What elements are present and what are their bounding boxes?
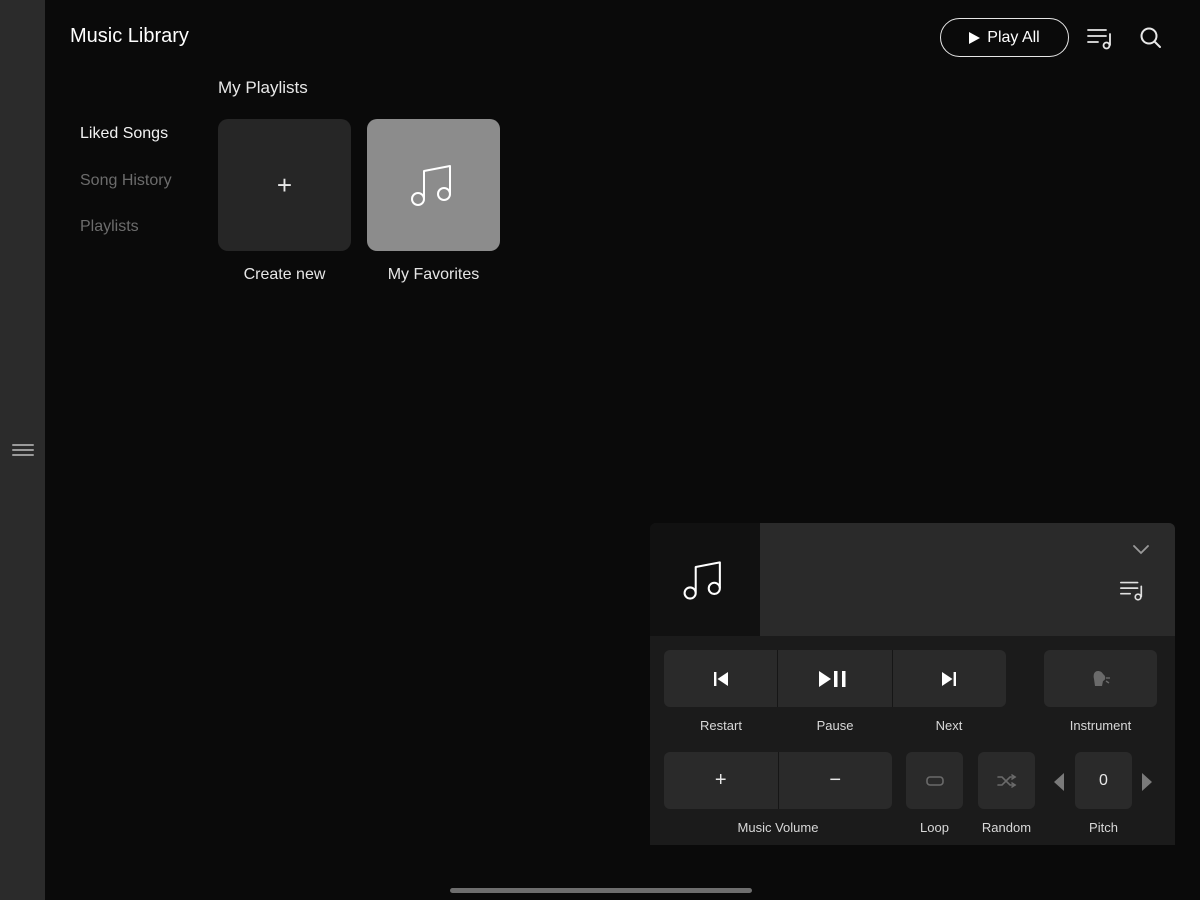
skip-previous-icon — [713, 671, 728, 686]
create-new-playlist-tile[interactable]: + — [218, 119, 351, 251]
next-button[interactable] — [893, 650, 1006, 707]
my-favorites-label: My Favorites — [387, 266, 480, 283]
left-rail — [0, 0, 45, 900]
sidebar: Liked Songs Song History Playlists — [80, 125, 172, 265]
volume-controls: + − — [664, 752, 892, 809]
volume-down-button[interactable]: − — [779, 752, 893, 809]
pause-label: Pause — [816, 718, 854, 733]
sidebar-item-playlists[interactable]: Playlists — [80, 218, 172, 265]
instrument-label: Instrument — [1069, 718, 1132, 733]
sidebar-item-song-history[interactable]: Song History — [80, 172, 172, 219]
instrument-icon — [1093, 670, 1110, 686]
loop-label: Loop — [920, 820, 949, 835]
plus-icon: + — [276, 169, 293, 200]
play-pause-icon — [818, 670, 846, 687]
pause-button[interactable] — [778, 650, 893, 707]
menu-icon[interactable] — [12, 441, 34, 459]
player-panel: Restart Pause Next Instrument + − 0 Musi… — [650, 523, 1175, 845]
random-label: Random — [981, 820, 1032, 835]
play-all-button[interactable]: Play All — [940, 18, 1069, 57]
now-playing-info — [760, 523, 1175, 636]
search-icon[interactable] — [1137, 24, 1165, 52]
section-title: My Playlists — [218, 78, 308, 97]
pitch-increase-arrow[interactable] — [1142, 773, 1152, 791]
loop-button[interactable] — [906, 752, 963, 809]
shuffle-icon — [996, 773, 1016, 788]
queue-icon[interactable] — [1086, 24, 1114, 52]
page-title: Music Library — [70, 25, 189, 47]
transport-controls — [664, 650, 1006, 707]
skip-next-icon — [942, 671, 957, 686]
pitch-label: Pitch — [1089, 820, 1118, 835]
pitch-value[interactable]: 0 — [1075, 752, 1132, 809]
play-icon — [969, 31, 981, 44]
music-note-icon — [683, 560, 721, 600]
instrument-button[interactable] — [1044, 650, 1157, 707]
music-note-icon — [410, 165, 451, 206]
home-indicator — [450, 888, 752, 893]
play-all-label: Play All — [987, 28, 1040, 46]
random-button[interactable] — [978, 752, 1035, 809]
queue-icon[interactable] — [1119, 577, 1145, 603]
loop-icon — [925, 775, 944, 786]
next-label: Next — [935, 718, 963, 733]
create-new-label: Create new — [243, 266, 326, 283]
my-favorites-playlist-tile[interactable] — [367, 119, 500, 251]
music-volume-label: Music Volume — [737, 820, 819, 835]
volume-up-button[interactable]: + — [664, 752, 779, 809]
sidebar-item-liked-songs[interactable]: Liked Songs — [80, 125, 172, 172]
restart-button[interactable] — [664, 650, 779, 707]
pitch-decrease-arrow[interactable] — [1054, 773, 1064, 791]
chevron-down-icon[interactable] — [1131, 543, 1151, 557]
album-art — [650, 523, 760, 636]
restart-label: Restart — [700, 718, 742, 733]
